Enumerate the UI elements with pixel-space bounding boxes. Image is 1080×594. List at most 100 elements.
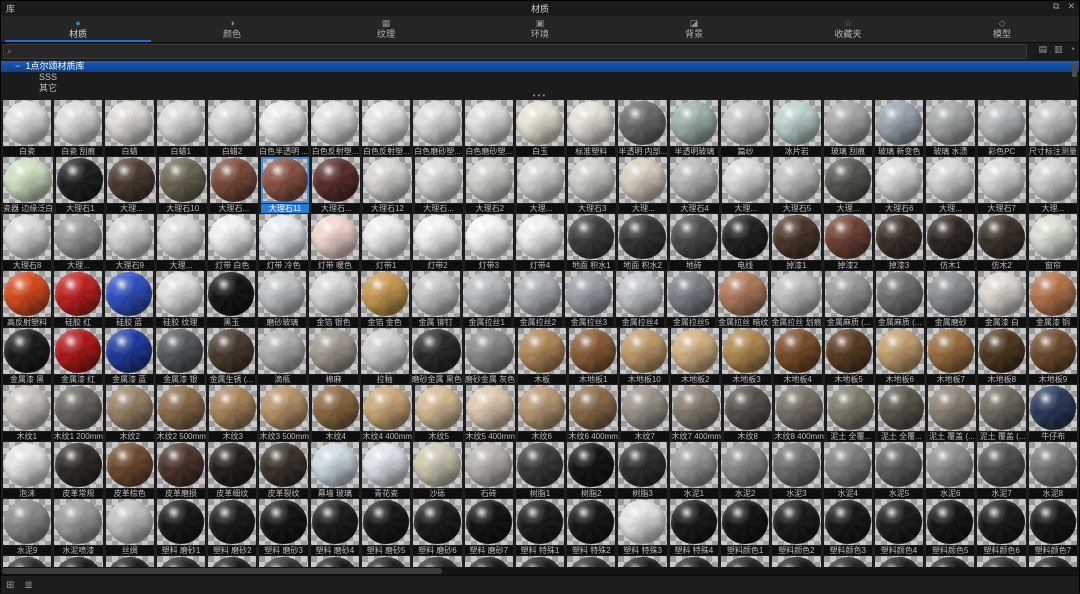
material-cell[interactable]: 地面 积水1: [567, 213, 616, 270]
material-cell[interactable]: 金属拉丝5: [667, 270, 716, 327]
material-cell[interactable]: 木地板2: [671, 327, 720, 384]
material-cell[interactable]: 塑料 磨砂2: [208, 498, 257, 555]
material-cell[interactable]: 塑料颜色6: [977, 498, 1026, 555]
horizontal-scrollbar[interactable]: [1, 567, 1079, 575]
material-cell[interactable]: 白蜡1: [156, 99, 205, 156]
material-cell[interactable]: 大理...: [619, 156, 668, 213]
material-cell[interactable]: 彩色PC: [977, 99, 1026, 156]
material-cell[interactable]: 树脂1: [515, 441, 565, 498]
material-cell[interactable]: 木纹7: [620, 384, 669, 441]
material-cell[interactable]: 金属漆 红: [54, 327, 103, 384]
material-cell[interactable]: 大理...: [824, 156, 873, 213]
material-cell[interactable]: 木纹8: [723, 384, 772, 441]
material-cell[interactable]: 大理石9: [105, 213, 154, 270]
material-cell[interactable]: 木纹4 400mm: [362, 384, 412, 441]
material-cell[interactable]: 塑料颜色7: [1028, 498, 1077, 555]
material-cell[interactable]: 大理石8: [3, 213, 52, 270]
grid-view-icon[interactable]: ⊞: [6, 580, 14, 591]
material-cell[interactable]: 标准塑料: [567, 99, 616, 156]
collapse-caret-icon[interactable]: −: [15, 61, 23, 72]
material-cell[interactable]: [618, 555, 667, 567]
material-cell[interactable]: 大理石6: [875, 156, 924, 213]
material-cell[interactable]: 白蜡: [105, 99, 154, 156]
material-cell[interactable]: 金属麻质 (...: [875, 270, 924, 327]
material-cell[interactable]: 水泥8: [1028, 441, 1077, 498]
material-cell[interactable]: 树脂2: [567, 441, 616, 498]
material-cell[interactable]: 金属拉丝1: [462, 270, 511, 327]
horizontal-scrollbar-thumb[interactable]: [2, 568, 442, 574]
material-cell[interactable]: 塑料 特殊4: [669, 498, 718, 555]
material-cell[interactable]: 大理...: [1028, 156, 1077, 213]
material-cell[interactable]: 金属磨砂: [926, 270, 975, 327]
material-cell[interactable]: 大理石...: [209, 156, 258, 213]
material-cell[interactable]: 木地板5: [824, 327, 873, 384]
material-cell[interactable]: 地面 积水2: [618, 213, 667, 270]
material-cell[interactable]: 金属拉丝4: [615, 270, 665, 327]
material-cell[interactable]: 大理石...: [414, 156, 463, 213]
material-cell[interactable]: 皮革棕色: [105, 441, 154, 498]
material-cell[interactable]: 木纹3: [208, 384, 257, 441]
material-cell[interactable]: 塑料颜色1: [720, 498, 770, 555]
material-cell[interactable]: 金属漆 白: [977, 270, 1026, 327]
material-cell[interactable]: 冰片岩: [772, 99, 821, 156]
material-cell[interactable]: 幕墙 玻璃: [310, 441, 359, 498]
material-cell[interactable]: 金属拉丝 暗纹: [718, 270, 769, 327]
material-cell[interactable]: 塑料 特殊1: [515, 498, 565, 555]
material-cell[interactable]: [361, 555, 411, 567]
material-cell[interactable]: 磨砂玻璃: [258, 270, 307, 327]
material-cell[interactable]: 金属 铆钉: [411, 270, 460, 327]
material-cell[interactable]: 大理石11: [260, 156, 310, 213]
material-cell[interactable]: 大理...: [107, 156, 156, 213]
material-cell[interactable]: 大理石1: [56, 156, 105, 213]
material-cell[interactable]: 水泥1: [669, 441, 718, 498]
tab-材质[interactable]: ● 材质: [1, 16, 155, 42]
material-cell[interactable]: 金属漆 银: [156, 327, 205, 384]
material-cell[interactable]: 皮革磨损: [156, 441, 206, 498]
material-cell[interactable]: 木纹7 400mm: [671, 384, 721, 441]
search-input[interactable]: ⌕: [3, 44, 1027, 59]
material-cell[interactable]: 泥土 覆盖 (...: [978, 384, 1027, 441]
new-folder-icon[interactable]: ▤: [1039, 44, 1048, 55]
material-cell[interactable]: [772, 555, 821, 567]
material-cell[interactable]: 塑料 磨砂4: [310, 498, 359, 555]
material-cell[interactable]: 仿木1: [926, 213, 975, 270]
material-cell[interactable]: 塑料颜色3: [823, 498, 872, 555]
material-cell[interactable]: 木纹8 400mm: [774, 384, 824, 441]
material-cell[interactable]: 白玉: [515, 99, 565, 156]
material-cell[interactable]: [1028, 555, 1077, 567]
material-cell[interactable]: [977, 555, 1026, 567]
float-window-icon[interactable]: ⧉: [1053, 1, 1059, 12]
material-cell[interactable]: 掉漆2: [823, 213, 872, 270]
material-cell[interactable]: 木地板10: [620, 327, 669, 384]
material-cell[interactable]: 大理石4: [670, 156, 719, 213]
material-cell[interactable]: 木地板8: [977, 327, 1026, 384]
material-cell[interactable]: 金属拉丝3: [564, 270, 613, 327]
material-cell[interactable]: 磨砂金属 灰色: [464, 327, 516, 384]
material-cell[interactable]: 大理石2: [465, 156, 514, 213]
material-cell[interactable]: 白蜡2: [207, 99, 257, 156]
material-cell[interactable]: 电线: [720, 213, 770, 270]
material-cell[interactable]: 灯带 暖色: [310, 213, 359, 270]
material-cell[interactable]: [874, 555, 924, 567]
material-cell[interactable]: 白色反射塑...: [362, 99, 411, 156]
material-cell[interactable]: 木地板6: [875, 327, 924, 384]
material-cell[interactable]: 大理石...: [312, 156, 361, 213]
material-cell[interactable]: 硅胶 纹理: [156, 270, 205, 327]
material-cell[interactable]: 大理...: [721, 156, 770, 213]
material-cell[interactable]: 木纹6: [517, 384, 566, 441]
material-cell[interactable]: 水泥3: [772, 441, 821, 498]
material-cell[interactable]: [926, 555, 975, 567]
material-cell[interactable]: 水泥5: [874, 441, 924, 498]
material-cell[interactable]: [413, 555, 462, 567]
material-cell[interactable]: 金属拉丝2: [513, 270, 562, 327]
material-cell[interactable]: 灯带 白色: [208, 213, 257, 270]
material-cell[interactable]: [823, 555, 872, 567]
material-cell[interactable]: 木地板3: [722, 327, 771, 384]
material-cell[interactable]: 青花瓷: [361, 441, 411, 498]
material-cell[interactable]: [720, 555, 770, 567]
material-cell[interactable]: [464, 555, 513, 567]
material-cell[interactable]: 木板: [518, 327, 567, 384]
material-cell[interactable]: 大理...: [926, 156, 975, 213]
material-cell[interactable]: 滴瓶: [258, 327, 307, 384]
material-cell[interactable]: 木纹3 500mm: [259, 384, 309, 441]
